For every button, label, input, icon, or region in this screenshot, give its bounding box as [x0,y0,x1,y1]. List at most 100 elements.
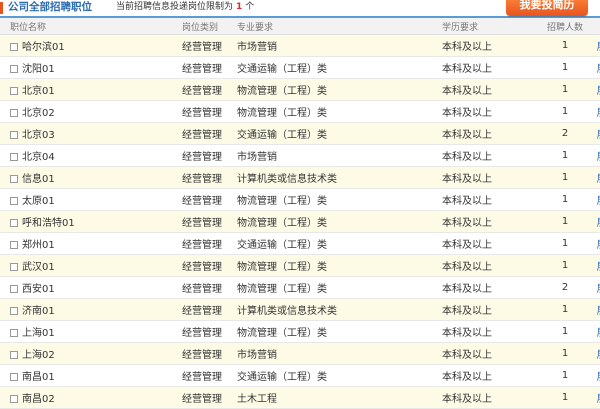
row-checkbox[interactable] [10,395,18,403]
table-row[interactable]: 上海02 经营管理市场营销本科及以上1 展开↓ [0,342,600,365]
job-count: 1 [540,254,590,277]
job-category: 经营管理 [182,144,237,167]
job-education: 本科及以上 [442,56,540,79]
expand-cell: 展开↓ [590,298,600,321]
job-requirement: 物流管理（工程）类 [237,100,442,123]
row-checkbox[interactable] [10,43,18,51]
expand-label: 展开 [597,350,600,361]
table-row[interactable]: 太原01 经营管理物流管理（工程）类本科及以上1 展开↓ [0,188,600,211]
job-name-cell: 上海01 [0,320,182,343]
table-row[interactable]: 武汉01 经营管理物流管理（工程）类本科及以上1 展开↓ [0,254,600,277]
expand-cell: 展开↓ [590,188,600,211]
expand-link[interactable]: 展开↓ [597,328,600,339]
row-checkbox[interactable] [10,373,18,381]
job-category: 经营管理 [182,254,237,277]
job-requirement: 物流管理（工程）类 [237,320,442,343]
job-name: 济南01 [22,306,55,317]
job-name-cell: 沈阳01 [0,56,182,79]
job-name: 沈阳01 [22,64,55,75]
job-name-cell: 郑州01 [0,232,182,255]
job-requirement: 交通运输（工程）类 [237,364,442,387]
expand-link[interactable]: 展开↓ [597,284,600,295]
expand-link[interactable]: 展开↓ [597,240,600,251]
table-row[interactable]: 济南01 经营管理计算机类或信息技术类本科及以上1 展开↓ [0,298,600,321]
expand-link[interactable]: 展开↓ [597,350,600,361]
table-row[interactable]: 南昌02经营管理土木工程本科及以上1展开↓ [0,386,600,409]
row-checkbox[interactable] [10,175,18,183]
expand-cell: 展开↓ [590,34,600,57]
row-checkbox[interactable] [10,329,18,337]
expand-cell: 展开↓ [590,386,600,409]
expand-link[interactable]: 展开↓ [597,196,600,207]
job-education: 本科及以上 [442,100,540,123]
row-checkbox[interactable] [10,197,18,205]
expand-link[interactable]: 展开↓ [597,64,600,75]
job-category: 经营管理 [182,188,237,211]
expand-cell: 展开↓ [590,342,600,365]
job-education: 本科及以上 [442,232,540,255]
expand-link[interactable]: 展开↓ [597,86,600,97]
job-requirement: 物流管理（工程）类 [237,254,442,277]
expand-link[interactable]: 展开↓ [597,152,600,163]
expand-link[interactable]: 展开↓ [597,42,600,53]
row-checkbox[interactable] [10,87,18,95]
row-checkbox[interactable] [10,219,18,227]
expand-link[interactable]: 展开↓ [597,130,600,141]
job-education: 本科及以上 [442,188,540,211]
table-row[interactable]: 上海01 经营管理物流管理（工程）类本科及以上1 展开↓ [0,320,600,343]
table-row[interactable]: 北京04 经营管理市场营销本科及以上1 展开↓ [0,144,600,167]
row-checkbox[interactable] [10,109,18,117]
job-requirement: 市场营销 [237,34,442,57]
table-row[interactable]: 哈尔滨01 经营管理市场营销本科及以上1 展开↓ [0,34,600,57]
expand-link[interactable]: 展开↓ [597,218,600,229]
job-count: 1 [540,78,590,101]
job-count: 1 [540,34,590,57]
job-category: 经营管理 [182,232,237,255]
expand-cell: 展开↓ [590,122,600,145]
job-category: 经营管理 [182,166,237,189]
table-row[interactable]: 南昌01 经营管理交通运输（工程）类本科及以上1 展开↓ [0,364,600,387]
job-education: 本科及以上 [442,210,540,233]
job-education: 本科及以上 [442,298,540,321]
row-checkbox[interactable] [10,153,18,161]
job-requirement: 物流管理（工程）类 [237,276,442,299]
job-name-cell: 西安01 [0,276,182,299]
row-checkbox[interactable] [10,241,18,249]
job-education: 本科及以上 [442,342,540,365]
application-limit-notice: 当前招聘信息投递岗位限制为 1 个 [116,0,254,14]
row-checkbox[interactable] [10,285,18,293]
job-table: 职位名称 岗位类别 专业要求 学历要求 招聘人数 操作 哈尔滨01经营管理市场营… [0,18,600,409]
column-header-requirement: 专业要求 [237,18,442,35]
expand-link[interactable]: 展开↓ [597,372,600,383]
expand-cell: 展开↓ [590,320,600,343]
job-education: 本科及以上 [442,276,540,299]
job-education: 本科及以上 [442,34,540,57]
table-row[interactable]: 郑州01 经营管理交通运输（工程）类本科及以上1 展开↓ [0,232,600,255]
expand-link[interactable]: 展开↓ [597,108,600,119]
row-checkbox[interactable] [10,131,18,139]
table-row[interactable]: 北京02 经营管理物流管理（工程）类本科及以上1 展开↓ [0,100,600,123]
job-requirement: 物流管理（工程）类 [237,210,442,233]
row-checkbox[interactable] [10,351,18,359]
job-count: 2 [540,276,590,299]
table-row[interactable]: 呼和浩特01 经营管理物流管理（工程）类本科及以上1 展开↓ [0,210,600,233]
table-row[interactable]: 信息01 经营管理计算机类或信息技术类本科及以上1 展开↓ [0,166,600,189]
expand-link[interactable]: 展开↓ [597,262,600,273]
job-count: 1 [540,210,590,233]
column-header-action: 操作 [590,18,600,35]
job-name-cell: 南昌02 [0,386,182,409]
table-row[interactable]: 北京03 经营管理交通运输（工程）类本科及以上2 展开↓ [0,122,600,145]
table-row[interactable]: 北京01 经营管理物流管理（工程）类本科及以上1 展开↓ [0,78,600,101]
row-checkbox[interactable] [10,263,18,271]
header-accent-bar [0,2,3,14]
expand-link[interactable]: 展开↓ [597,306,600,317]
table-row[interactable]: 西安01 经营管理物流管理（工程）类本科及以上2 展开↓ [0,276,600,299]
row-checkbox[interactable] [10,307,18,315]
expand-cell: 展开↓ [590,254,600,277]
table-row[interactable]: 沈阳01 经营管理交通运输（工程）类本科及以上1 展开↓ [0,56,600,79]
expand-link[interactable]: 展开↓ [597,174,600,185]
expand-label: 展开 [597,108,600,119]
job-count: 1 [540,342,590,365]
row-checkbox[interactable] [10,65,18,73]
submit-resume-button[interactable]: 我要投简历 [506,0,588,16]
